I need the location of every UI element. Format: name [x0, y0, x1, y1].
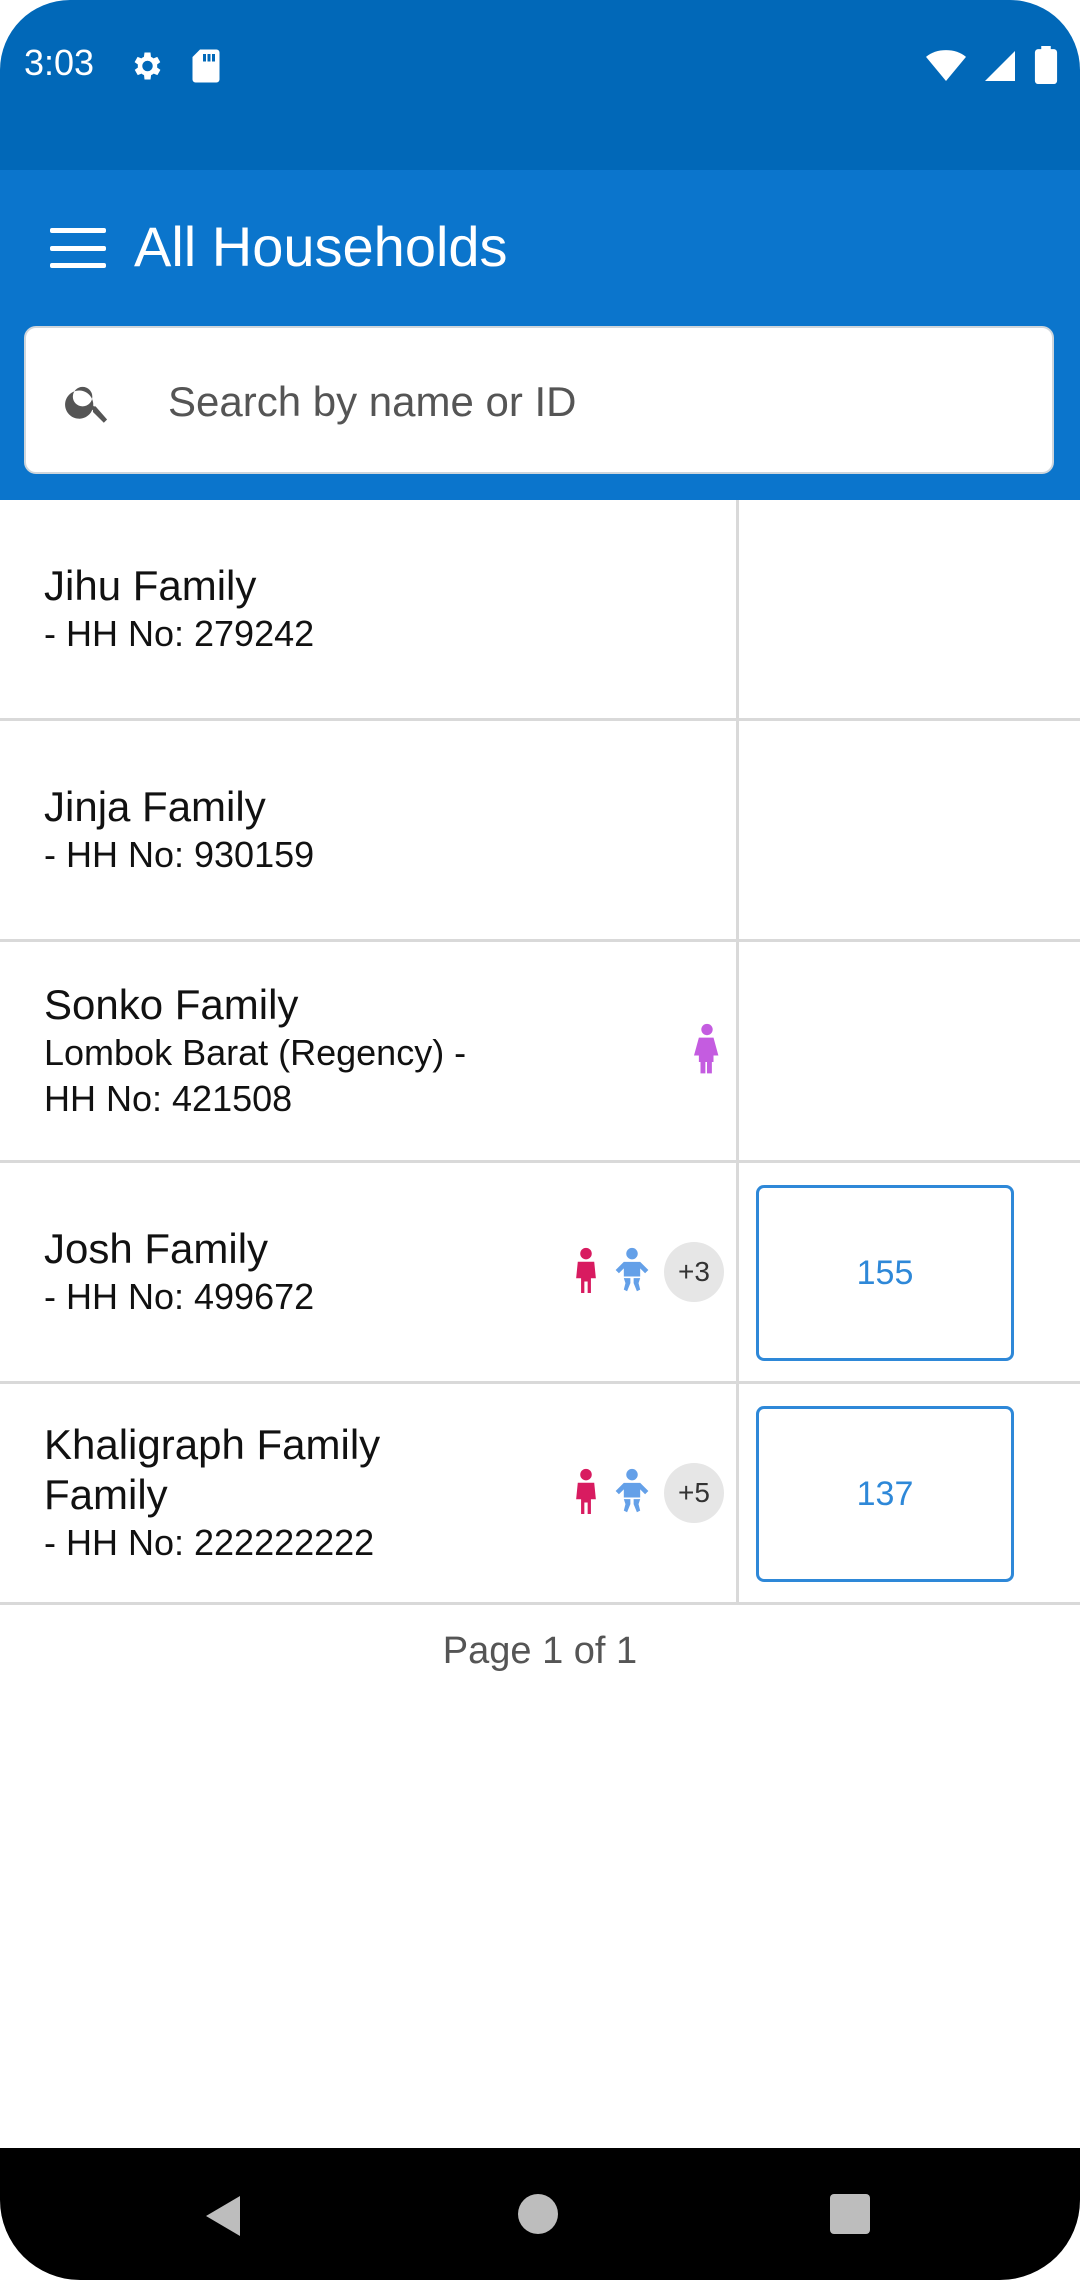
due-button[interactable]: 137 — [756, 1406, 1014, 1582]
household-name: Sonko Family — [44, 981, 299, 1028]
pregnant-woman-icon — [690, 1023, 724, 1080]
due-button[interactable]: 155 — [756, 1185, 1014, 1361]
household-name: Jinja Family — [44, 783, 266, 830]
battery-icon — [1034, 46, 1058, 89]
status-time: 3:03 — [24, 42, 95, 83]
pagination-label: Page 1 of 1 — [442, 1630, 638, 1672]
status-bar: 3:03 — [0, 0, 1080, 170]
search-icon — [62, 376, 114, 433]
household-row[interactable]: Josh Family - HH No: 499672 +3 155 — [0, 1163, 1080, 1384]
household-row[interactable]: Jihu Family - HH No: 279242 — [0, 500, 1080, 721]
household-list: Jihu Family - HH No: 279242 Jinja Family… — [0, 500, 1080, 1605]
navigation-bar — [0, 2148, 1080, 2280]
household-name: Khaligraph Family — [44, 1421, 381, 1468]
household-number: - HH No: 930159 — [44, 834, 315, 875]
more-members-badge: +3 — [664, 1242, 724, 1302]
household-name: Jihu Family — [44, 562, 257, 609]
cellular-signal-icon — [982, 48, 1018, 89]
hamburger-menu-icon[interactable] — [50, 228, 106, 268]
girl-icon — [572, 1468, 600, 1519]
recent-apps-icon[interactable] — [830, 2194, 870, 2234]
household-row[interactable]: Sonko Family Lombok Barat (Regency) - HH… — [0, 942, 1080, 1163]
household-name-continued: Family — [44, 1471, 168, 1518]
child-icon — [614, 1468, 650, 1519]
household-number: - HH No: 222222222 — [44, 1522, 375, 1563]
column-divider — [736, 1384, 739, 1602]
column-divider — [736, 1163, 739, 1381]
household-location: Lombok Barat (Regency) - — [44, 1032, 467, 1073]
search-box[interactable] — [24, 326, 1054, 474]
household-name: Josh Family — [44, 1225, 269, 1272]
household-row[interactable]: Jinja Family - HH No: 930159 — [0, 721, 1080, 942]
wifi-icon — [926, 48, 966, 89]
household-row[interactable]: Khaligraph Family Family - HH No: 222222… — [0, 1384, 1080, 1605]
column-divider — [736, 721, 739, 939]
app-bar: All Households — [0, 170, 1080, 500]
column-divider — [736, 500, 739, 718]
back-icon[interactable] — [204, 2194, 244, 2243]
more-members-badge: +5 — [664, 1463, 724, 1523]
column-divider — [736, 942, 739, 1160]
home-icon[interactable] — [518, 2194, 558, 2234]
child-icon — [614, 1247, 650, 1298]
household-number: - HH No: 279242 — [44, 613, 315, 654]
settings-icon — [128, 48, 164, 89]
girl-icon — [572, 1247, 600, 1298]
search-input[interactable] — [166, 368, 1030, 436]
sd-card-icon — [190, 48, 222, 89]
household-number: HH No: 421508 — [44, 1078, 293, 1119]
page-title: All Households — [134, 215, 508, 278]
household-number: - HH No: 499672 — [44, 1276, 315, 1317]
